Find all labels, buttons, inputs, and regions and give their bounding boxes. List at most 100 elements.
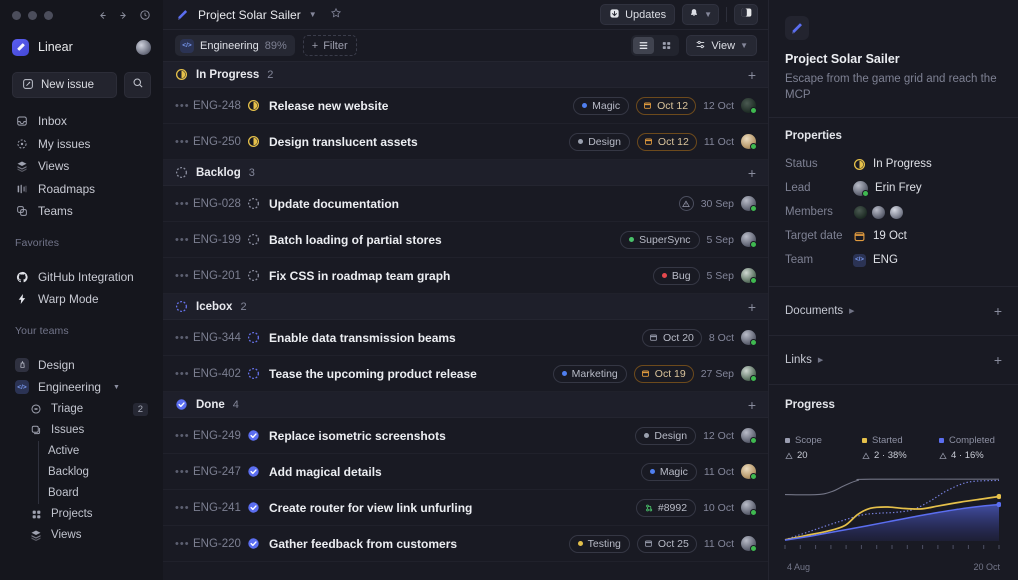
issue-status-icon[interactable]	[247, 465, 269, 478]
sidebar-item-warp-mode[interactable]: Warp Mode	[0, 288, 163, 311]
assignee-avatar[interactable]	[741, 428, 757, 444]
assignee-avatar[interactable]	[741, 330, 757, 346]
assignee-avatar[interactable]	[741, 268, 757, 284]
sidebar-item-team-views[interactable]: Views	[0, 525, 163, 546]
row-drag-handle[interactable]: •••	[175, 100, 193, 112]
sidebar-item-github-integration[interactable]: GitHub Integration	[0, 266, 163, 289]
chevron-right-icon[interactable]: ▶	[849, 307, 854, 315]
assignee-avatar[interactable]	[741, 232, 757, 248]
property-members[interactable]: Members	[785, 200, 1002, 224]
assignee-avatar[interactable]	[741, 366, 757, 382]
sidebar-item-views[interactable]: Views	[0, 155, 163, 178]
property-team[interactable]: Team </> ENG	[785, 248, 1002, 272]
add-document-button[interactable]: +	[994, 304, 1002, 318]
due-date-chip[interactable]: Oct 12	[636, 132, 697, 151]
sidebar-item-design-team[interactable]: Design	[0, 354, 163, 377]
right-panel-toggle-button[interactable]	[734, 4, 758, 25]
due-date-chip[interactable]: Oct 20	[641, 328, 702, 347]
sidebar-item-board[interactable]: Board	[0, 483, 163, 504]
star-icon[interactable]	[330, 6, 342, 24]
issue-status-icon[interactable]	[247, 331, 269, 344]
row-drag-handle[interactable]: •••	[175, 368, 193, 380]
workspace-header[interactable]: Linear	[0, 32, 163, 62]
table-row[interactable]: ••• ENG-247 Add magical details Magic 11 Oct	[163, 454, 768, 490]
new-issue-button[interactable]: New issue	[12, 72, 117, 98]
add-issue-button[interactable]: +	[748, 398, 756, 412]
label-chip[interactable]: #8992	[635, 498, 697, 517]
issue-status-icon[interactable]	[247, 99, 269, 112]
issue-status-icon[interactable]	[247, 501, 269, 514]
issue-status-icon[interactable]	[247, 269, 269, 282]
sidebar-item-triage[interactable]: Triage 2	[0, 399, 163, 420]
label-chip[interactable]: Magic	[573, 96, 630, 115]
back-arrow-icon[interactable]	[97, 10, 108, 21]
project-title[interactable]: Project Solar Sailer	[198, 8, 301, 22]
issue-status-icon[interactable]	[247, 135, 269, 148]
table-row[interactable]: ••• ENG-241 Create router for view link un…	[163, 490, 768, 526]
table-row[interactable]: ••• ENG-402 Tease the upcoming product rel…	[163, 356, 768, 392]
list-view-icon[interactable]	[633, 37, 655, 54]
table-row[interactable]: ••• ENG-250 Design translucent assets Desig…	[163, 124, 768, 160]
issue-status-icon[interactable]	[247, 367, 269, 380]
due-date-chip[interactable]: Oct 12	[636, 96, 697, 115]
issue-status-icon[interactable]	[247, 197, 269, 210]
chevron-down-icon[interactable]: ▼	[113, 384, 120, 391]
documents-section[interactable]: Documents ▶ +	[769, 286, 1018, 335]
sidebar-item-backlog[interactable]: Backlog	[0, 462, 163, 483]
property-lead[interactable]: Lead Erin Frey	[785, 176, 1002, 200]
window-maximize-button[interactable]	[44, 10, 53, 20]
add-issue-button[interactable]: +	[748, 68, 756, 82]
sidebar-item-inbox[interactable]: Inbox	[0, 110, 163, 133]
history-clock-icon[interactable]	[139, 9, 151, 21]
team-filter-pill[interactable]: </> Engineering 89%	[175, 35, 295, 56]
label-chip[interactable]: Marketing	[552, 364, 627, 383]
user-avatar[interactable]	[136, 39, 151, 55]
window-minimize-button[interactable]	[28, 10, 37, 20]
sidebar-item-my-issues[interactable]: My issues	[0, 133, 163, 156]
property-target-date[interactable]: Target date 19 Oct	[785, 224, 1002, 248]
label-chip[interactable]: Bug	[652, 266, 700, 285]
sidebar-item-issues[interactable]: Issues	[0, 420, 163, 441]
chevron-right-icon[interactable]: ▶	[818, 356, 823, 364]
table-row[interactable]: ••• ENG-199 Batch loading of partial store…	[163, 222, 768, 258]
group-header-in-progress[interactable]: In Progress 2 +	[163, 62, 768, 88]
sidebar-item-roadmaps[interactable]: Roadmaps	[0, 178, 163, 201]
group-header-done[interactable]: Done 4 +	[163, 392, 768, 418]
row-drag-handle[interactable]: •••	[175, 136, 193, 148]
add-filter-button[interactable]: + Filter	[302, 35, 357, 56]
row-drag-handle[interactable]: •••	[175, 198, 193, 210]
group-header-backlog[interactable]: Backlog 3 +	[163, 160, 768, 186]
issue-status-icon[interactable]	[247, 429, 269, 442]
sidebar-item-teams[interactable]: Teams	[0, 200, 163, 223]
issue-status-icon[interactable]	[247, 537, 269, 550]
sidebar-item-projects[interactable]: Projects	[0, 504, 163, 525]
row-drag-handle[interactable]: •••	[175, 430, 193, 442]
table-row[interactable]: ••• ENG-220 Gather feedback from customers…	[163, 526, 768, 562]
view-options-button[interactable]: View ▼	[686, 35, 757, 56]
assignee-avatar[interactable]	[741, 98, 757, 114]
due-date-chip[interactable]: Oct 19	[633, 364, 694, 383]
assignee-avatar[interactable]	[741, 196, 757, 212]
notifications-button[interactable]: ▼	[682, 4, 719, 25]
row-drag-handle[interactable]: •••	[175, 270, 193, 282]
assignee-avatar[interactable]	[741, 500, 757, 516]
property-status[interactable]: Status In Progress	[785, 152, 1002, 176]
sidebar-item-engineering-team[interactable]: </> Engineering ▼	[0, 376, 163, 399]
label-chip[interactable]: SuperSync	[620, 230, 700, 249]
issue-status-icon[interactable]	[247, 233, 269, 246]
group-header-icebox[interactable]: Icebox 2 +	[163, 294, 768, 320]
label-chip[interactable]: Design	[569, 132, 630, 151]
row-drag-handle[interactable]: •••	[175, 466, 193, 478]
priority-warning-icon[interactable]	[678, 196, 694, 211]
add-issue-button[interactable]: +	[748, 300, 756, 314]
label-chip[interactable]: Design	[635, 426, 697, 445]
assignee-avatar[interactable]	[741, 464, 757, 480]
label-chip[interactable]: Magic	[640, 462, 697, 481]
updates-button[interactable]: Updates	[600, 4, 676, 25]
row-drag-handle[interactable]: •••	[175, 502, 193, 514]
assignee-avatar[interactable]	[741, 134, 757, 150]
due-date-chip[interactable]: Oct 25	[636, 534, 697, 553]
table-row[interactable]: ••• ENG-344 Enable data transmission beams…	[163, 320, 768, 356]
chevron-down-icon[interactable]: ▼	[309, 10, 317, 19]
forward-arrow-icon[interactable]	[118, 10, 129, 21]
